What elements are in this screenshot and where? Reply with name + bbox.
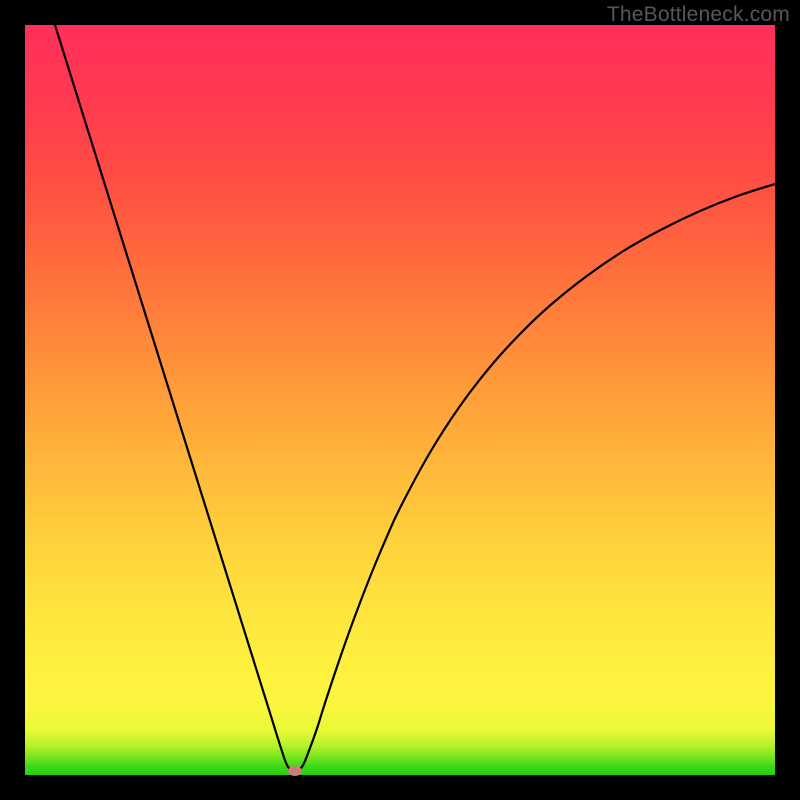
watermark-text: TheBottleneck.com [607,3,790,27]
plot-area [25,25,775,775]
chart-frame: TheBottleneck.com [0,0,800,800]
optimal-point-marker [288,766,302,776]
bottleneck-curve [25,25,775,775]
